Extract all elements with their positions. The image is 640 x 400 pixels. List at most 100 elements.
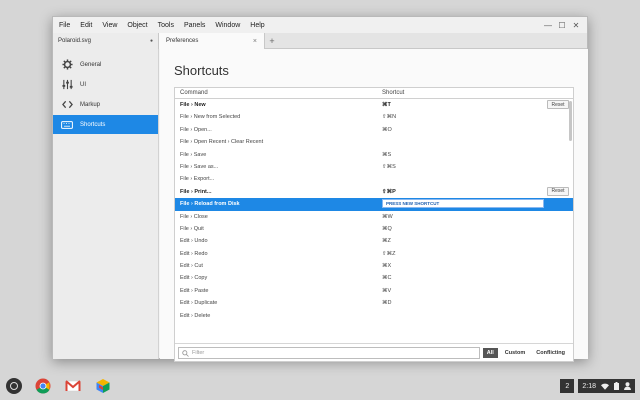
menu-bar: File Edit View Object Tools Panels Windo… [53,17,587,33]
filter-buttons: All Custom Conflicting [480,347,569,359]
system-tray[interactable]: 2 2:18 [560,379,635,393]
command-cell: Edit › Paste [180,287,209,294]
sidebar-item-ui[interactable]: UI [53,75,158,94]
gear-icon [61,59,73,71]
new-tab-button[interactable]: + [267,33,277,49]
table-row[interactable]: File › Print... ⇧⌘P Reset [175,186,573,198]
shortcut-cell: ⌘T [382,102,391,108]
clock: 2:18 [582,382,596,390]
preferences-sidebar: General UI Markup Shortcuts [53,49,159,359]
command-cell: File › New [180,102,206,108]
table-row[interactable]: File › Save ⌘S [175,149,573,161]
sidebar-item-label: General [80,61,102,68]
os-shelf: 2 2:18 [0,372,640,400]
tab-preferences-label: Preferences [166,38,199,44]
shortcut-cell: ⌘X [382,263,392,270]
filter-field[interactable] [178,347,480,359]
menu-view[interactable]: View [102,22,117,29]
filter-input[interactable] [192,350,472,356]
shortcut-cell: ⇧⌘N [382,114,397,121]
scrollbar[interactable] [569,101,572,141]
tab-preferences[interactable]: Preferences × [159,33,265,49]
table-row[interactable]: Edit › Paste ⌘V [175,285,573,297]
table-row[interactable]: File › Open... ⌘O [175,124,573,136]
table-row[interactable]: Edit › Undo ⌘Z [175,235,573,247]
gmail-icon[interactable] [65,378,81,394]
menu-help[interactable]: Help [250,22,264,29]
command-cell: Edit › Delete [180,312,211,319]
table-footer: All Custom Conflicting [175,343,573,361]
shortcut-cell: ⌘Z [382,238,391,245]
filter-conflicting-button[interactable]: Conflicting [532,348,569,358]
maximize-icon[interactable]: ☐ [555,21,569,30]
sidebar-item-label: Shortcuts [80,121,106,128]
command-cell: File › Save [180,151,207,158]
command-cell: Edit › Undo [180,238,208,245]
table-row[interactable]: File › New ⌘T Reset [175,99,573,111]
sidebar-item-label: Markup [80,101,101,108]
code-icon [61,99,73,111]
sliders-icon [61,79,73,91]
shortcut-cell: ⌘D [382,300,392,307]
battery-icon [614,382,619,390]
menu-window[interactable]: Window [215,22,240,29]
app-window: File Edit View Object Tools Panels Windo… [52,16,588,362]
tab-document[interactable]: Polaroid.svg ● [53,33,159,49]
filter-all-button[interactable]: All [482,348,498,358]
user-avatar-icon [624,382,631,390]
close-icon[interactable]: ✕ [569,21,583,30]
table-row[interactable]: File › Quit ⌘Q [175,223,573,235]
notification-count[interactable]: 2 [560,379,575,393]
command-cell: File › Save as... [180,163,219,170]
command-cell: File › Export... [180,176,215,183]
column-header-command: Command [180,90,208,96]
table-row[interactable]: Edit › Duplicate ⌘D [175,297,573,309]
sidebar-item-general[interactable]: General [53,55,158,74]
reset-button[interactable]: Reset [547,100,569,109]
menu-object[interactable]: Object [127,22,147,29]
menu-edit[interactable]: Edit [80,22,92,29]
shortcut-cell: ⌘Q [382,225,392,232]
table-body: File › New ⌘T Reset File › New from Selecte… [175,99,573,333]
shelf-apps [6,378,125,394]
table-header: Command Shortcut [175,88,573,99]
table-row[interactable]: File › Reload from Disk PRESS NEW SHORTCU… [175,198,573,211]
shortcut-cell: ⇧⌘Z [382,250,396,257]
sidebar-item-markup[interactable]: Markup [53,95,158,114]
table-row[interactable]: File › Open Recent › Clear Recent [175,136,573,148]
column-header-shortcut: Shortcut [382,90,405,96]
command-cell: File › New from Selected [180,114,241,121]
tab-bar: Polaroid.svg ● Preferences × + [53,33,587,49]
shortcut-capture-field[interactable]: PRESS NEW SHORTCUT [382,199,544,209]
table-row[interactable]: Edit › Copy ⌘C [175,272,573,284]
command-cell: File › Close [180,213,208,220]
shortcut-cell: ⌘V [382,287,392,294]
table-row[interactable]: File › Save as... ⇧⌘S [175,161,573,173]
filter-custom-button[interactable]: Custom [501,348,529,358]
table-row[interactable]: Edit › Delete [175,310,573,322]
unsaved-dot-icon: ● [149,38,153,44]
status-area[interactable]: 2:18 [578,379,635,393]
table-row[interactable]: Edit › Redo ⇧⌘Z [175,248,573,260]
table-row[interactable]: File › New from Selected ⇧⌘N [175,111,573,123]
shortcut-cell: ⌘W [382,213,393,220]
launcher-icon [10,382,18,390]
table-row[interactable]: Edit › Cut ⌘X [175,260,573,272]
sidebar-item-shortcuts[interactable]: Shortcuts [53,115,158,134]
app-cube-icon[interactable] [95,378,111,394]
command-cell: File › Open... [180,126,212,133]
minimize-icon[interactable]: — [541,21,555,30]
wifi-icon [601,383,609,390]
menu-tools[interactable]: Tools [158,22,174,29]
menu-file[interactable]: File [59,22,70,29]
tab-close-icon[interactable]: × [253,38,257,45]
command-cell: File › Reload from Disk [180,201,240,208]
shortcut-cell: ⌘C [382,275,392,282]
menu-panels[interactable]: Panels [184,22,205,29]
table-row[interactable]: File › Close ⌘W [175,211,573,223]
reset-button[interactable]: Reset [547,186,569,196]
chrome-icon[interactable] [35,378,51,394]
shortcut-cell: ⌘S [382,151,392,158]
table-row[interactable]: File › Export... [175,173,573,185]
launcher-button[interactable] [6,378,22,394]
